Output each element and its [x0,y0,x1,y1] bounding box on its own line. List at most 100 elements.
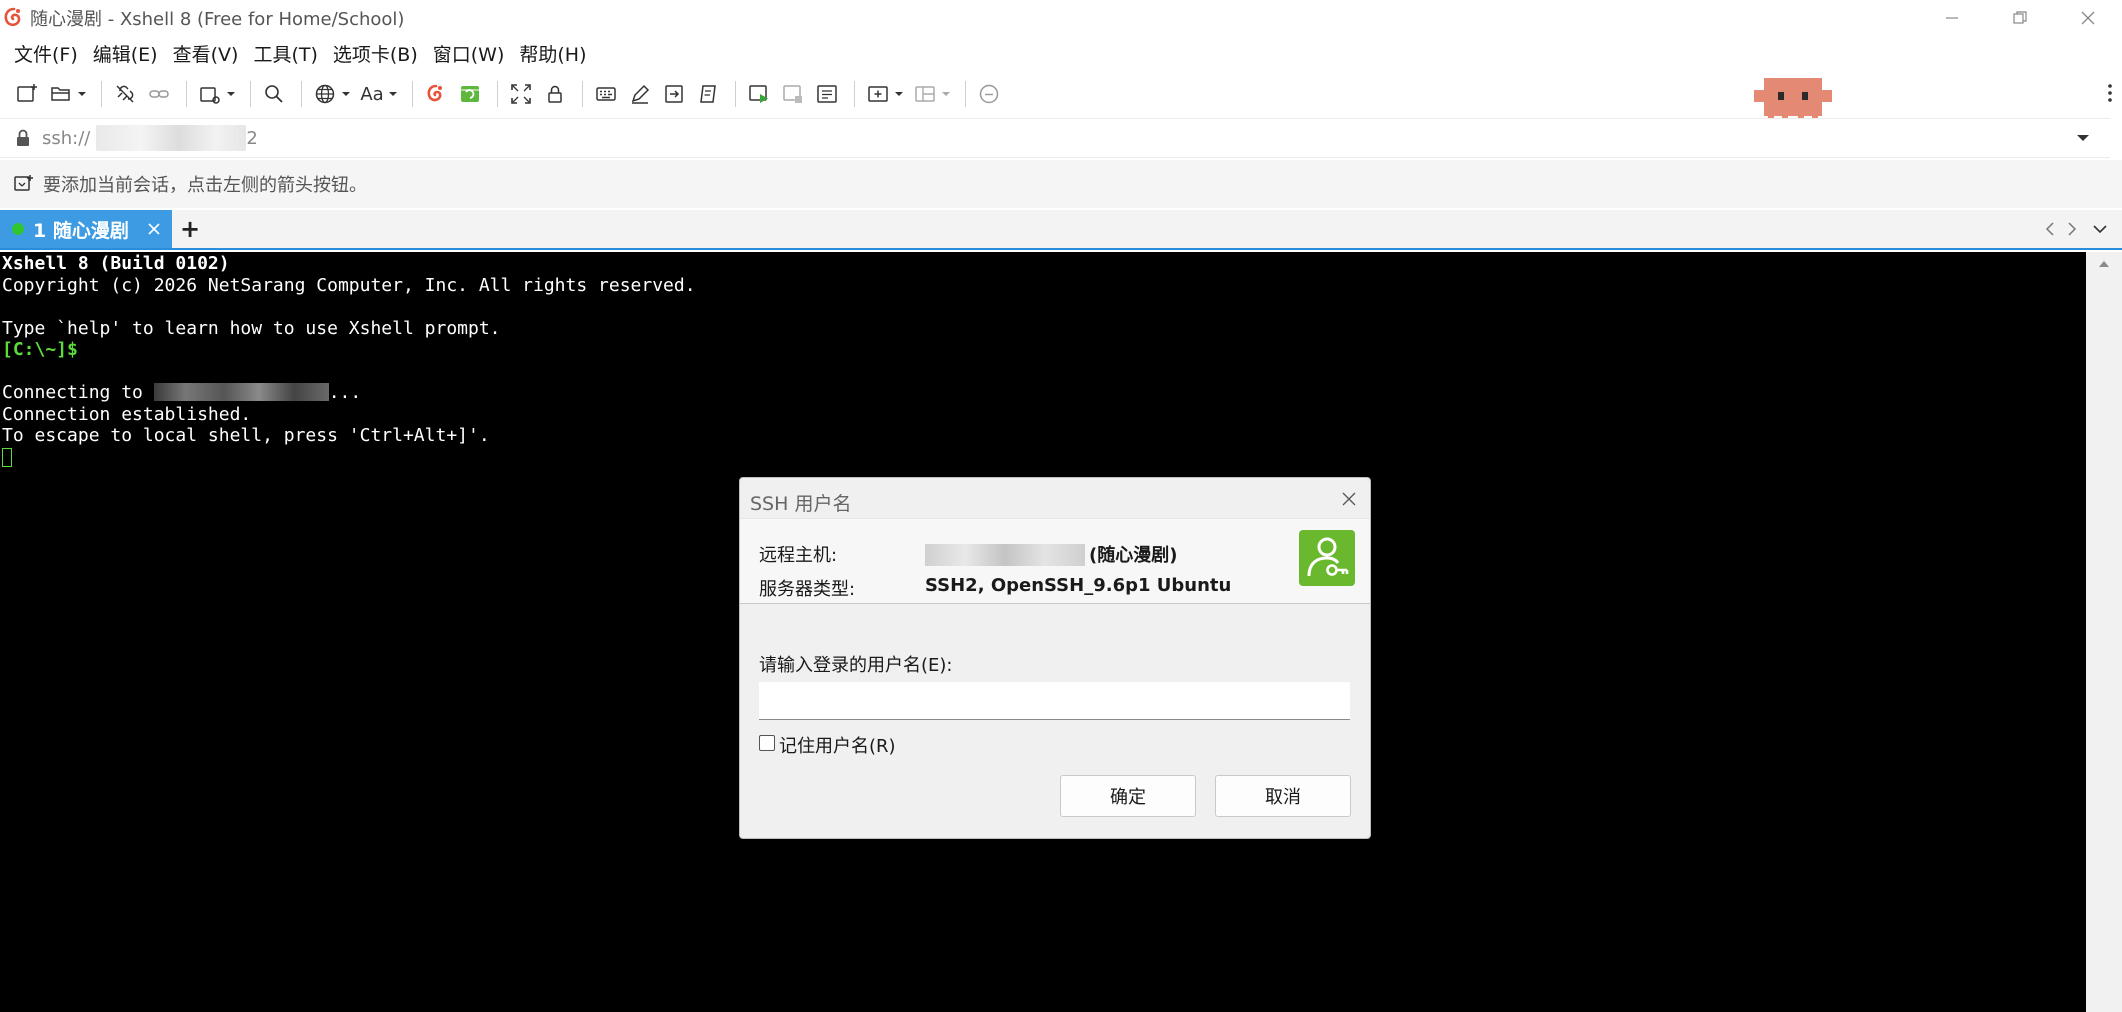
new-session-button[interactable] [12,79,42,109]
terminal-line: Connecting to ... [2,382,2086,404]
restore-button[interactable] [1986,0,2054,36]
window-title: 随心漫剧 - Xshell 8 (Free for Home/School) [30,9,405,30]
stop-icon [783,85,802,103]
cancel-button[interactable]: 取消 [1215,775,1351,817]
terminal-line: Connection established. [2,403,252,425]
tab-close-button[interactable] [144,219,164,239]
title-bar: 随心漫剧 - Xshell 8 (Free for Home/School) [0,0,2122,36]
terminal-line: To escape to local shell, press 'Ctrl+Al… [2,425,490,446]
log-button[interactable] [812,79,842,109]
toolbar-separator [101,81,102,107]
add-tab-button[interactable]: + [178,210,202,248]
username-input[interactable] [759,682,1350,720]
menu-edit[interactable]: 编辑(E) [86,40,165,67]
open-session-button[interactable] [46,79,76,109]
address-bar[interactable]: ssh:// 2 [0,118,2110,158]
window-controls [1918,0,2122,36]
close-icon [148,223,160,235]
more-vertical-icon [2108,84,2112,102]
lock-icon [17,129,29,146]
start-icon [749,85,768,103]
caret-down-icon [389,92,397,96]
address-suffix: 2 [246,127,258,149]
lock-icon [548,85,562,103]
menu-help[interactable]: 帮助(H) [512,40,593,67]
lock-button[interactable] [540,79,570,109]
connecting-suffix: ... [328,382,362,403]
address-redacted [96,125,247,151]
scroll-up-button[interactable] [2096,256,2112,272]
terminal-scrollbar[interactable] [2086,252,2122,1012]
address-prefix: ssh:// [42,127,91,149]
search-icon [265,85,283,103]
xftp-button[interactable] [421,79,451,109]
dialog-close-button[interactable] [1338,488,1360,510]
minimize-button[interactable] [1918,0,1986,36]
new-tab-button[interactable] [195,79,225,109]
start-button[interactable] [744,79,774,109]
caret-down-icon [342,92,350,96]
script-icon [700,85,716,103]
user-key-icon [1299,530,1355,586]
tab-bar: 1 随心漫剧 + [0,210,2122,250]
tab-next-button[interactable] [2062,219,2082,239]
stop-button[interactable] [778,79,808,109]
tab-session-1[interactable]: 1 随心漫剧 [0,210,172,248]
caret-down-icon [2077,135,2089,141]
find-button[interactable] [259,79,289,109]
tab-list-button[interactable] [2090,219,2110,239]
ok-button[interactable]: 确定 [1060,775,1196,817]
encoding-button[interactable] [310,79,340,109]
chat-button[interactable] [974,79,1004,109]
transfer-button[interactable] [659,79,689,109]
close-window-button[interactable] [2054,0,2122,36]
xshell-logo-icon [4,7,21,27]
close-icon [1342,492,1356,506]
keyboard-button[interactable] [591,79,621,109]
font-button[interactable]: Aa [357,79,387,109]
reconnect-button[interactable] [144,79,174,109]
caret-down-icon [895,92,903,96]
menu-bar: 文件(F) 编辑(E) 查看(V) 工具(T) 选项卡(B) 窗口(W) 帮助(… [0,38,595,68]
add-tab-icon [868,86,888,102]
remember-username-checkbox[interactable] [759,735,775,751]
script-button[interactable] [693,79,723,109]
compose-button[interactable] [625,79,655,109]
disconnect-icon [116,85,134,103]
toolbar-more-button[interactable] [2102,78,2118,108]
open-session-dropdown[interactable] [77,79,87,109]
layout-button[interactable] [910,79,940,109]
add-tab-button[interactable] [863,79,893,109]
chevron-down-icon [2093,225,2107,234]
add-session-icon[interactable] [13,173,35,195]
xagent-button[interactable] [455,79,485,109]
server-type-label: 服务器类型: [759,579,856,600]
encoding-dropdown[interactable] [341,79,351,109]
dialog-title: SSH 用户名 [750,493,852,515]
terminal-prompt: [C:\~]$ [2,339,78,360]
fullscreen-button[interactable] [506,79,536,109]
add-tab-dropdown[interactable] [894,79,904,109]
menu-window[interactable]: 窗口(W) [426,40,512,67]
menu-tools[interactable]: 工具(T) [246,40,324,67]
open-folder-icon [51,87,70,101]
address-dropdown[interactable] [2072,127,2094,149]
new-tab-dropdown[interactable] [226,79,236,109]
terminal-line: Xshell 8 (Build 0102) [2,253,230,274]
menu-tabs[interactable]: 选项卡(B) [326,40,425,67]
xftp-icon [427,84,442,102]
menu-file[interactable]: 文件(F) [0,40,85,67]
font-dropdown[interactable] [388,79,398,109]
layout-dropdown[interactable] [941,79,951,109]
tab-label: 1 随心漫剧 [33,219,129,242]
remote-host-suffix: (随心漫剧) [1089,545,1178,566]
connection-info-panel: 远程主机: (随心漫剧) 服务器类型: SSH2, OpenSSH_9.6p1 … [740,518,1370,604]
toolbar-separator [497,81,498,107]
menu-view[interactable]: 查看(V) [166,40,246,67]
chevron-right-icon [2068,222,2077,236]
disconnect-button[interactable] [110,79,140,109]
remember-username-label[interactable]: 记住用户名(R) [779,732,896,758]
tab-prev-button[interactable] [2040,219,2060,239]
